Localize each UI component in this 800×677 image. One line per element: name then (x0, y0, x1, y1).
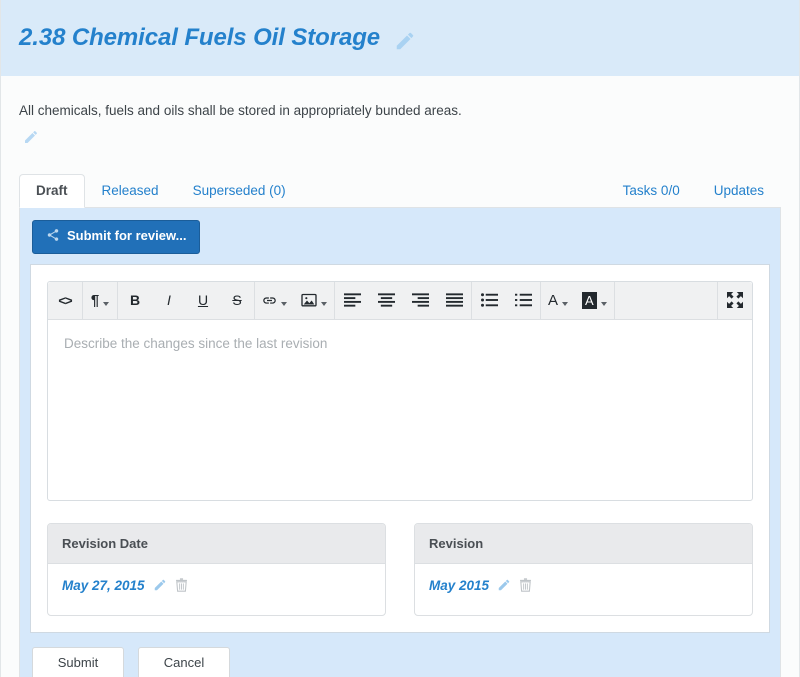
toolbar-group-inline-styles: B I U S (118, 281, 255, 319)
page-header: 2.38 Chemical Fuels Oil Storage (1, 0, 799, 76)
trash-icon[interactable] (175, 578, 188, 593)
draft-card: <> ¶ B I U S A A Describe the changes si… (30, 263, 770, 633)
edit-pencil-icon[interactable] (497, 578, 511, 592)
fullscreen-icon[interactable] (718, 282, 752, 319)
edit-pencil-icon[interactable] (153, 578, 167, 592)
text-color-icon[interactable]: A (541, 282, 575, 319)
toolbar-group-insert (255, 281, 335, 319)
editor-placeholder: Describe the changes since the last revi… (64, 335, 328, 351)
align-justify-icon[interactable] (437, 282, 471, 319)
revision-date-table-header: Revision Date (48, 523, 385, 564)
revision-date-table: Revision Date May 27, 2015 (47, 522, 386, 616)
description-text: All chemicals, fuels and oils shall be s… (19, 103, 462, 118)
tab-updates[interactable]: Updates (697, 174, 781, 208)
toolbar-group-paragraph: ¶ (83, 281, 118, 319)
title-edit-pencil-icon[interactable] (394, 30, 414, 50)
toolbar-group-source: <> (48, 281, 83, 319)
revision-tables: Revision Date May 27, 2015 Revision May … (47, 522, 753, 616)
tab-superseded[interactable]: Superseded (0) (176, 174, 303, 208)
revision-table-body: May 2015 (415, 564, 752, 615)
ordered-list-icon[interactable] (506, 282, 540, 319)
revision-date-table-body: May 27, 2015 (48, 564, 385, 615)
bold-icon[interactable]: B (118, 282, 152, 319)
form-actions: Submit Cancel (30, 646, 770, 677)
submit-for-review-label: Submit for review... (67, 228, 187, 244)
editor-content-area[interactable]: Describe the changes since the last revi… (48, 320, 752, 500)
toolbar-group-fullscreen (717, 281, 752, 319)
table-row: May 27, 2015 (62, 578, 371, 593)
table-row: May 2015 (429, 578, 738, 593)
submit-button[interactable]: Submit (32, 646, 124, 677)
strikethrough-icon[interactable]: S (220, 282, 254, 319)
rich-text-editor: <> ¶ B I U S A A Describe the changes si… (47, 280, 753, 501)
unordered-list-icon[interactable] (472, 282, 506, 319)
background-color-icon[interactable]: A (575, 282, 614, 319)
tab-bar: Draft Released Superseded (0) Tasks 0/0 … (19, 172, 781, 208)
description-section: All chemicals, fuels and oils shall be s… (1, 76, 799, 154)
page-title: 2.38 Chemical Fuels Oil Storage (19, 24, 381, 51)
editor-toolbar: <> ¶ B I U S A A (48, 281, 752, 320)
share-fork-icon (46, 228, 60, 246)
tab-tasks[interactable]: Tasks 0/0 (606, 174, 697, 208)
draft-tab-panel: Submit for review... <> ¶ B I U S A A De… (19, 207, 781, 677)
link-icon[interactable] (255, 282, 294, 319)
revision-value[interactable]: May 2015 (429, 578, 489, 593)
align-right-icon[interactable] (403, 282, 437, 319)
cancel-button[interactable]: Cancel (138, 646, 230, 677)
image-icon[interactable] (294, 282, 334, 319)
toolbar-group-lists (472, 281, 541, 319)
toolbar-group-colors: A A (541, 281, 615, 319)
revision-table-header: Revision (415, 523, 752, 564)
submit-for-review-button[interactable]: Submit for review... (32, 219, 201, 254)
trash-icon[interactable] (519, 578, 532, 593)
align-left-icon[interactable] (335, 282, 369, 319)
italic-icon[interactable]: I (152, 282, 186, 319)
revision-date-value[interactable]: May 27, 2015 (62, 578, 145, 593)
revision-table: Revision May 2015 (414, 522, 753, 616)
page-root: 2.38 Chemical Fuels Oil Storage All chem… (0, 0, 800, 677)
toolbar-group-align (335, 281, 472, 319)
underline-icon[interactable]: U (186, 282, 220, 319)
paragraph-format-icon[interactable]: ¶ (83, 282, 117, 319)
description-edit-pencil-icon[interactable] (23, 129, 43, 149)
tab-draft[interactable]: Draft (19, 174, 85, 208)
align-center-icon[interactable] (369, 282, 403, 319)
source-code-icon[interactable]: <> (48, 282, 82, 319)
tab-released[interactable]: Released (85, 174, 176, 208)
